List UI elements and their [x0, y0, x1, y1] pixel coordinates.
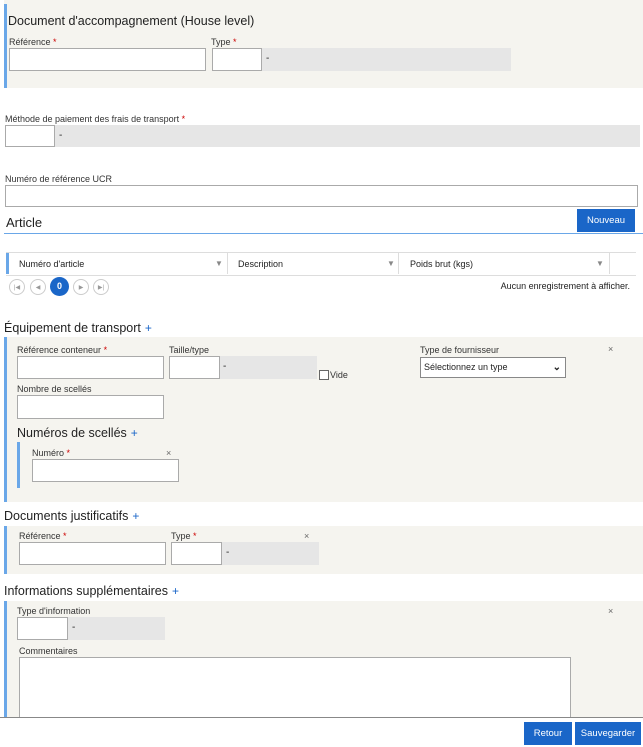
doc-accompagnement-bar — [4, 4, 7, 88]
vide-checkbox[interactable] — [319, 370, 329, 380]
filter-icon[interactable]: ▼ — [215, 259, 223, 268]
justif-type-input[interactable] — [171, 542, 222, 565]
justificatifs-bar — [4, 526, 7, 574]
article-title: Article — [6, 215, 43, 230]
add-justificatif-button[interactable]: + — [132, 509, 139, 523]
fournisseur-label: Type de fournisseur — [420, 345, 500, 355]
next-page-icon[interactable]: ▶ — [73, 279, 89, 295]
sauvegarder-button[interactable]: Sauvegarder — [575, 722, 641, 745]
supplementaires-bar — [4, 601, 7, 717]
filter-icon[interactable]: ▼ — [387, 259, 395, 268]
col-divider — [398, 253, 399, 274]
add-information-button[interactable]: + — [172, 584, 179, 598]
paiement-description: - — [5, 125, 640, 147]
article-grid-bar — [6, 253, 9, 274]
article-grid-header — [6, 252, 636, 276]
justif-reference-label: Référence * — [19, 531, 67, 541]
fournisseur-select[interactable]: Sélectionnez un type ⌄ — [420, 357, 566, 378]
current-page-button[interactable]: 0 — [50, 277, 69, 296]
paiement-input[interactable] — [5, 125, 55, 147]
doc-accompagnement-title: Document d'accompagnement (House level) — [8, 14, 255, 28]
first-page-icon[interactable]: |◀ — [9, 279, 25, 295]
filter-icon[interactable]: ▼ — [596, 259, 604, 268]
taille-type-label: Taille/type — [169, 345, 210, 355]
close-icon[interactable]: × — [166, 448, 171, 458]
numeros-scelles-bar — [17, 442, 20, 488]
retour-button[interactable]: Retour — [524, 722, 572, 745]
nouveau-button[interactable]: Nouveau — [577, 209, 635, 232]
add-equipement-button[interactable]: + — [145, 321, 152, 335]
close-icon[interactable]: × — [608, 344, 613, 354]
justif-reference-input[interactable] — [19, 542, 166, 565]
supplementaires-title: Informations supplémentaires + — [4, 584, 179, 598]
numeros-scelles-title: Numéros de scellés + — [17, 426, 138, 440]
last-page-icon[interactable]: ▶| — [93, 279, 109, 295]
paiement-label: Méthode de paiement des frais de transpo… — [5, 114, 186, 124]
numero-label: Numéro * — [32, 448, 71, 458]
type-info-input[interactable] — [17, 617, 68, 640]
numero-input[interactable] — [32, 459, 179, 482]
ref-conteneur-input[interactable] — [17, 356, 164, 379]
equipement-title: Équipement de transport + — [4, 321, 152, 335]
prev-page-icon[interactable]: ◀ — [30, 279, 46, 295]
col-poids-brut[interactable]: Poids brut (kgs) — [410, 259, 473, 269]
add-scelle-button[interactable]: + — [131, 426, 138, 440]
taille-type-input[interactable] — [169, 356, 220, 379]
fournisseur-selected: Sélectionnez un type — [424, 362, 508, 372]
close-icon[interactable]: × — [608, 606, 613, 616]
col-divider — [609, 253, 610, 274]
reference-input[interactable] — [9, 48, 206, 71]
ref-conteneur-label: Référence conteneur * — [17, 345, 108, 355]
commentaires-label: Commentaires — [19, 646, 78, 656]
type-input[interactable] — [212, 48, 262, 71]
reference-label: Référence * — [9, 37, 57, 47]
type-info-label: Type d'information — [17, 606, 91, 616]
col-divider — [227, 253, 228, 274]
vide-label: Vide — [330, 370, 348, 380]
commentaires-textarea[interactable] — [19, 657, 571, 719]
nombre-scelles-label: Nombre de scellés — [17, 384, 92, 394]
ucr-label: Numéro de référence UCR — [5, 174, 113, 184]
type-label: Type * — [211, 37, 237, 47]
empty-message: Aucun enregistrement à afficher. — [500, 281, 630, 291]
article-divider — [4, 233, 643, 234]
nombre-scelles-input[interactable] — [17, 395, 164, 419]
equipement-bar — [4, 337, 7, 502]
justificatifs-title: Documents justificatifs + — [4, 509, 140, 523]
justif-type-label: Type * — [171, 531, 197, 541]
close-icon[interactable]: × — [304, 531, 309, 541]
chevron-down-icon: ⌄ — [552, 362, 561, 373]
col-numero-article[interactable]: Numéro d'article — [19, 259, 84, 269]
ucr-input[interactable] — [5, 185, 638, 207]
col-description[interactable]: Description — [238, 259, 283, 269]
